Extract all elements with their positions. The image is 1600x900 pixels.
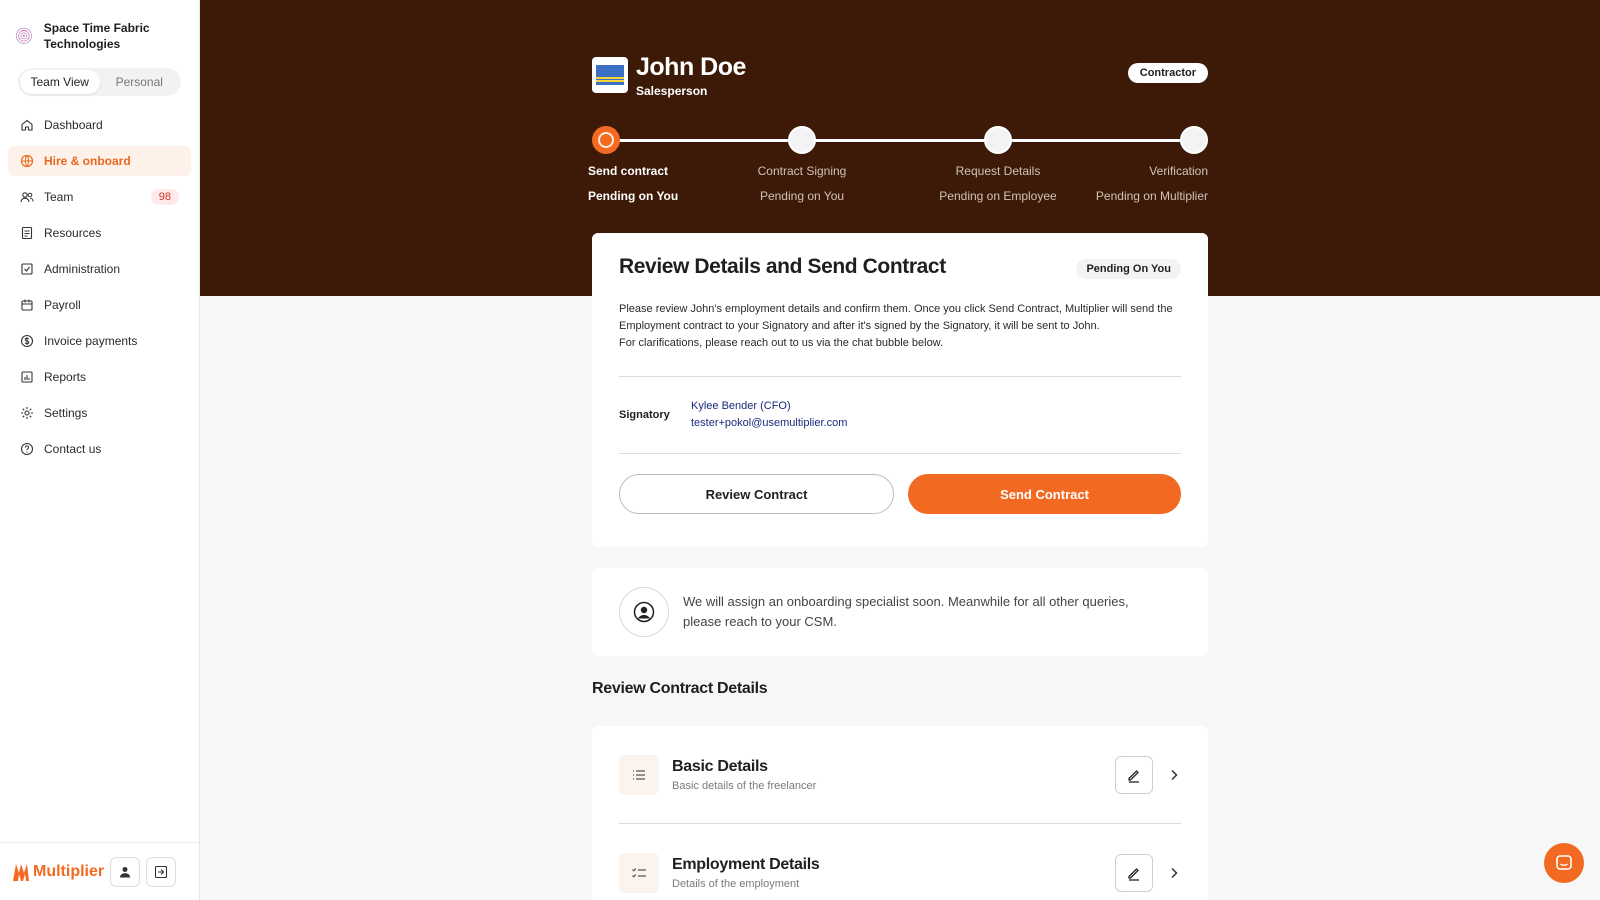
instruction-text: Please review John's employment details … — [619, 303, 1173, 332]
org-header[interactable]: Space Time Fabric Technologies — [0, 0, 199, 52]
stepper-track — [606, 139, 1194, 142]
logout-button[interactable] — [146, 856, 177, 887]
step-label: Verification — [1149, 164, 1208, 178]
sidebar-item-label: Dashboard — [44, 118, 103, 132]
step-label: Send contract — [588, 164, 669, 178]
view-toggle: Team View Personal — [18, 68, 181, 96]
sidebar-item-label: Settings — [44, 406, 88, 420]
clarification-text: For clarifications, please reach out to … — [619, 337, 944, 349]
chat-icon — [1556, 855, 1572, 870]
sidebar-item-settings[interactable]: Settings — [8, 398, 191, 428]
chat-bubble-button[interactable] — [1544, 843, 1584, 883]
sidebar-item-label: Administration — [44, 262, 121, 276]
user-icon — [120, 866, 131, 877]
divider — [619, 453, 1181, 454]
help-icon — [20, 442, 34, 456]
logout-icon — [155, 865, 168, 878]
item-subtitle: Details of the employment — [672, 877, 800, 890]
sidebar-item-label: Hire & onboard — [44, 154, 131, 168]
sidebar-item-dashboard[interactable]: Dashboard — [8, 110, 191, 140]
step-status: Pending on You — [759, 189, 845, 203]
calendar-icon — [20, 298, 34, 312]
item-title: Basic Details — [672, 757, 768, 775]
edit-basic-details-button[interactable] — [1115, 755, 1153, 794]
sidebar-item-hire-onboard[interactable]: Hire & onboard — [8, 146, 191, 176]
section-title: Review Contract Details — [592, 680, 768, 697]
sidebar-item-label: Reports — [44, 370, 87, 384]
sidebar-item-label: Team — [44, 190, 74, 204]
sidebar-item-label: Resources — [44, 226, 102, 240]
checklist-icon — [20, 262, 34, 276]
pencil-icon — [1128, 769, 1139, 783]
step-contract-signing-dot[interactable] — [788, 126, 816, 154]
sidebar-item-team[interactable]: Team 98 — [8, 182, 191, 212]
home-icon — [20, 118, 34, 132]
review-contract-button[interactable]: Review Contract — [619, 474, 894, 514]
list-icon — [619, 754, 659, 795]
item-title: Employment Details — [672, 855, 820, 873]
step-label: Contract Signing — [757, 164, 847, 178]
org-name: Space Time Fabric Technologies — [43, 21, 150, 51]
review-instructions: Please review John's employment details … — [619, 301, 1181, 352]
step-verification-dot[interactable] — [1180, 126, 1208, 154]
edit-employment-details-button[interactable] — [1115, 853, 1153, 892]
step-label: Request Details — [955, 164, 1041, 178]
globe-icon — [20, 154, 34, 168]
sidebar-item-label: Invoice payments — [44, 334, 138, 348]
list-item-employment-details[interactable]: Employment Details Details of the employ… — [619, 824, 1181, 900]
sidebar-item-reports[interactable]: Reports — [8, 362, 191, 392]
resources-icon — [20, 226, 34, 240]
step-send-contract-dot[interactable] — [592, 126, 620, 154]
sidebar-item-administration[interactable]: Administration — [8, 254, 191, 284]
onboarding-stepper: Send contract Pending on You Contract Si… — [588, 126, 1208, 206]
gear-icon — [20, 406, 34, 420]
signatory-name: Kylee Bender (CFO) — [691, 400, 791, 412]
signatory-row: Signatory Kylee Bender (CFO) tester+poko… — [619, 377, 1181, 453]
person-name: John Doe — [636, 52, 746, 81]
person-role: Salesperson — [636, 83, 708, 98]
users-icon — [20, 190, 34, 204]
contract-type-badge: Contractor — [1127, 63, 1208, 83]
checklist-icon — [619, 852, 659, 893]
sidebar: Space Time Fabric Technologies Team View… — [0, 0, 200, 900]
profile-button[interactable] — [110, 856, 141, 887]
chevron-right-icon[interactable] — [1167, 768, 1181, 782]
signatory-label: Signatory — [619, 409, 670, 421]
onboarding-specialist-card: We will assign an onboarding specialist … — [592, 568, 1208, 656]
sidebar-item-invoice-payments[interactable]: Invoice payments — [8, 326, 191, 356]
item-subtitle: Basic details of the freelancer — [672, 779, 817, 792]
step-status: Pending on Multiplier — [1095, 189, 1208, 203]
team-view-toggle[interactable]: Team View — [20, 70, 100, 94]
sidebar-footer: Multiplier — [0, 842, 199, 900]
sidebar-item-contact-us[interactable]: Contact us — [8, 434, 191, 464]
pencil-icon — [1128, 867, 1139, 881]
contract-details-card: Basic Details Basic details of the freel… — [592, 726, 1208, 900]
country-flag — [592, 57, 628, 93]
send-contract-button[interactable]: Send Contract — [908, 474, 1181, 514]
signatory-email: tester+pokol@usemultiplier.com — [691, 417, 848, 429]
sidebar-item-resources[interactable]: Resources — [8, 218, 191, 248]
chevron-right-icon[interactable] — [1167, 866, 1181, 880]
org-logo — [15, 27, 32, 44]
list-item-basic-details[interactable]: Basic Details Basic details of the freel… — [619, 726, 1181, 823]
brand-name: Multiplier — [33, 862, 105, 880]
status-badge: Pending On You — [1076, 259, 1181, 279]
sidebar-item-payroll[interactable]: Payroll — [8, 290, 191, 320]
step-status: Pending on You — [588, 189, 679, 203]
specialist-message: We will assign an onboarding specialist … — [683, 594, 1129, 629]
review-send-card: Review Details and Send Contract Pending… — [592, 233, 1208, 547]
step-status: Pending on Employee — [939, 189, 1057, 203]
dollar-icon — [20, 334, 34, 348]
personal-view-toggle[interactable]: Personal — [100, 70, 180, 94]
multiplier-logo-mark — [13, 863, 29, 881]
step-request-details-dot[interactable] — [984, 126, 1012, 154]
team-count-badge: 98 — [150, 189, 179, 205]
specialist-avatar-icon — [619, 587, 669, 637]
sidebar-item-label: Contact us — [44, 442, 102, 456]
sidebar-nav: Dashboard Hire & onboard Team 98 Resourc… — [0, 110, 199, 464]
chart-icon — [20, 370, 34, 384]
multiplier-logo: Multiplier — [12, 861, 104, 883]
sidebar-item-label: Payroll — [44, 298, 81, 312]
person-header: John Doe Salesperson Contractor — [592, 50, 1208, 100]
